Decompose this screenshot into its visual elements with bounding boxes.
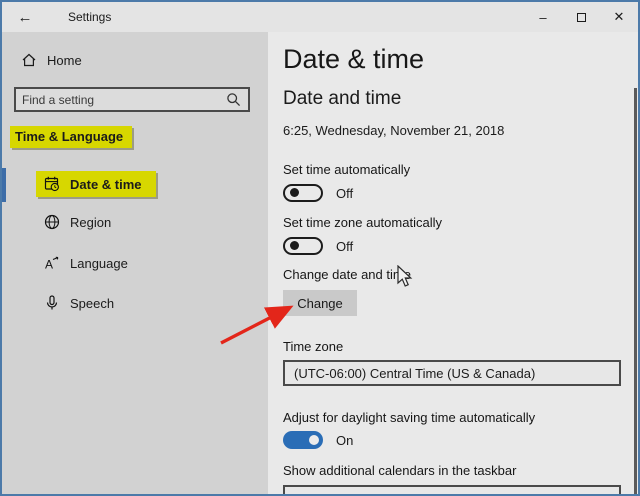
globe-icon [44, 214, 60, 230]
additional-calendars-value: Don't show additional calendars [294, 487, 477, 494]
calendar-clock-icon [44, 176, 59, 192]
sidebar-item-home[interactable]: Home [2, 47, 268, 73]
sidebar-item-label: Language [70, 255, 128, 271]
dst-toggle[interactable] [283, 431, 323, 449]
sidebar-section-time-language: Time & Language [10, 126, 133, 148]
translate-icon: A [45, 256, 59, 272]
current-datetime: 6:25, Wednesday, November 21, 2018 [283, 123, 505, 138]
toggle-knob [290, 241, 299, 250]
window-controls: – ✕ [524, 2, 638, 32]
back-icon: ← [17, 8, 33, 26]
sidebar-item-label: Speech [70, 295, 115, 311]
timezone-select[interactable]: (UTC-06:00) Central Time (US & Canada) [283, 360, 621, 386]
timezone-label: Time zone [283, 339, 344, 354]
toggle-state-label: Off [336, 185, 354, 201]
main-content: Date & time Date and time 6:25, Wednesda… [268, 32, 638, 494]
scrollbar[interactable] [634, 88, 637, 494]
minimize-button[interactable]: – [524, 2, 562, 32]
search-icon [227, 93, 241, 107]
close-icon: ✕ [613, 9, 625, 24]
dst-toggle-group: On [283, 431, 353, 449]
set-time-label: Set time automatically [283, 162, 411, 177]
sidebar-item-label: Home [47, 52, 82, 68]
section-title: Date and time [283, 88, 402, 109]
svg-text:A: A [45, 258, 53, 272]
set-time-toggle-group: Off [283, 184, 353, 202]
toggle-state-label: Off [336, 238, 354, 254]
maximize-button[interactable] [562, 2, 600, 32]
sidebar-item-label: Date & time [70, 176, 142, 192]
toggle-knob [309, 435, 319, 445]
page-title: Date & time [283, 44, 425, 74]
title-bar: ← Settings – ✕ [2, 2, 638, 32]
set-timezone-label: Set time zone automatically [283, 215, 442, 230]
window-title: Settings [68, 10, 112, 24]
toggle-knob [290, 188, 299, 197]
sidebar-item-label: Region [70, 214, 112, 230]
settings-window: ← Settings – ✕ Home Time & [0, 0, 640, 496]
maximize-icon [576, 12, 586, 22]
set-timezone-toggle[interactable] [283, 237, 323, 255]
sidebar-item-date-time[interactable]: Date & time [2, 166, 268, 202]
change-datetime-label: Change date and time [283, 267, 411, 282]
dst-label: Adjust for daylight saving time automati… [283, 410, 536, 425]
additional-calendars-label: Show additional calendars in the taskbar [283, 463, 517, 478]
sidebar-item-region[interactable]: Region [2, 204, 268, 240]
search-box[interactable] [14, 87, 250, 112]
timezone-value: (UTC-06:00) Central Time (US & Canada) [294, 365, 536, 381]
home-icon [22, 53, 36, 67]
toggle-state-label: On [336, 432, 354, 448]
sidebar: Home Time & Language [2, 32, 268, 494]
close-button[interactable]: ✕ [600, 2, 638, 32]
minimize-icon: – [539, 9, 547, 25]
sidebar-item-speech[interactable]: Speech [2, 285, 268, 321]
search-input[interactable] [16, 92, 226, 107]
set-timezone-toggle-group: Off [283, 237, 353, 255]
additional-calendars-select[interactable]: Don't show additional calendars [283, 485, 621, 494]
app-body: Home Time & Language [2, 32, 638, 494]
sidebar-item-language[interactable]: A Language [2, 245, 268, 281]
change-button[interactable]: Change [283, 290, 357, 316]
microphone-icon [46, 295, 58, 310]
set-time-toggle[interactable] [283, 184, 323, 202]
back-button[interactable]: ← [2, 9, 48, 26]
